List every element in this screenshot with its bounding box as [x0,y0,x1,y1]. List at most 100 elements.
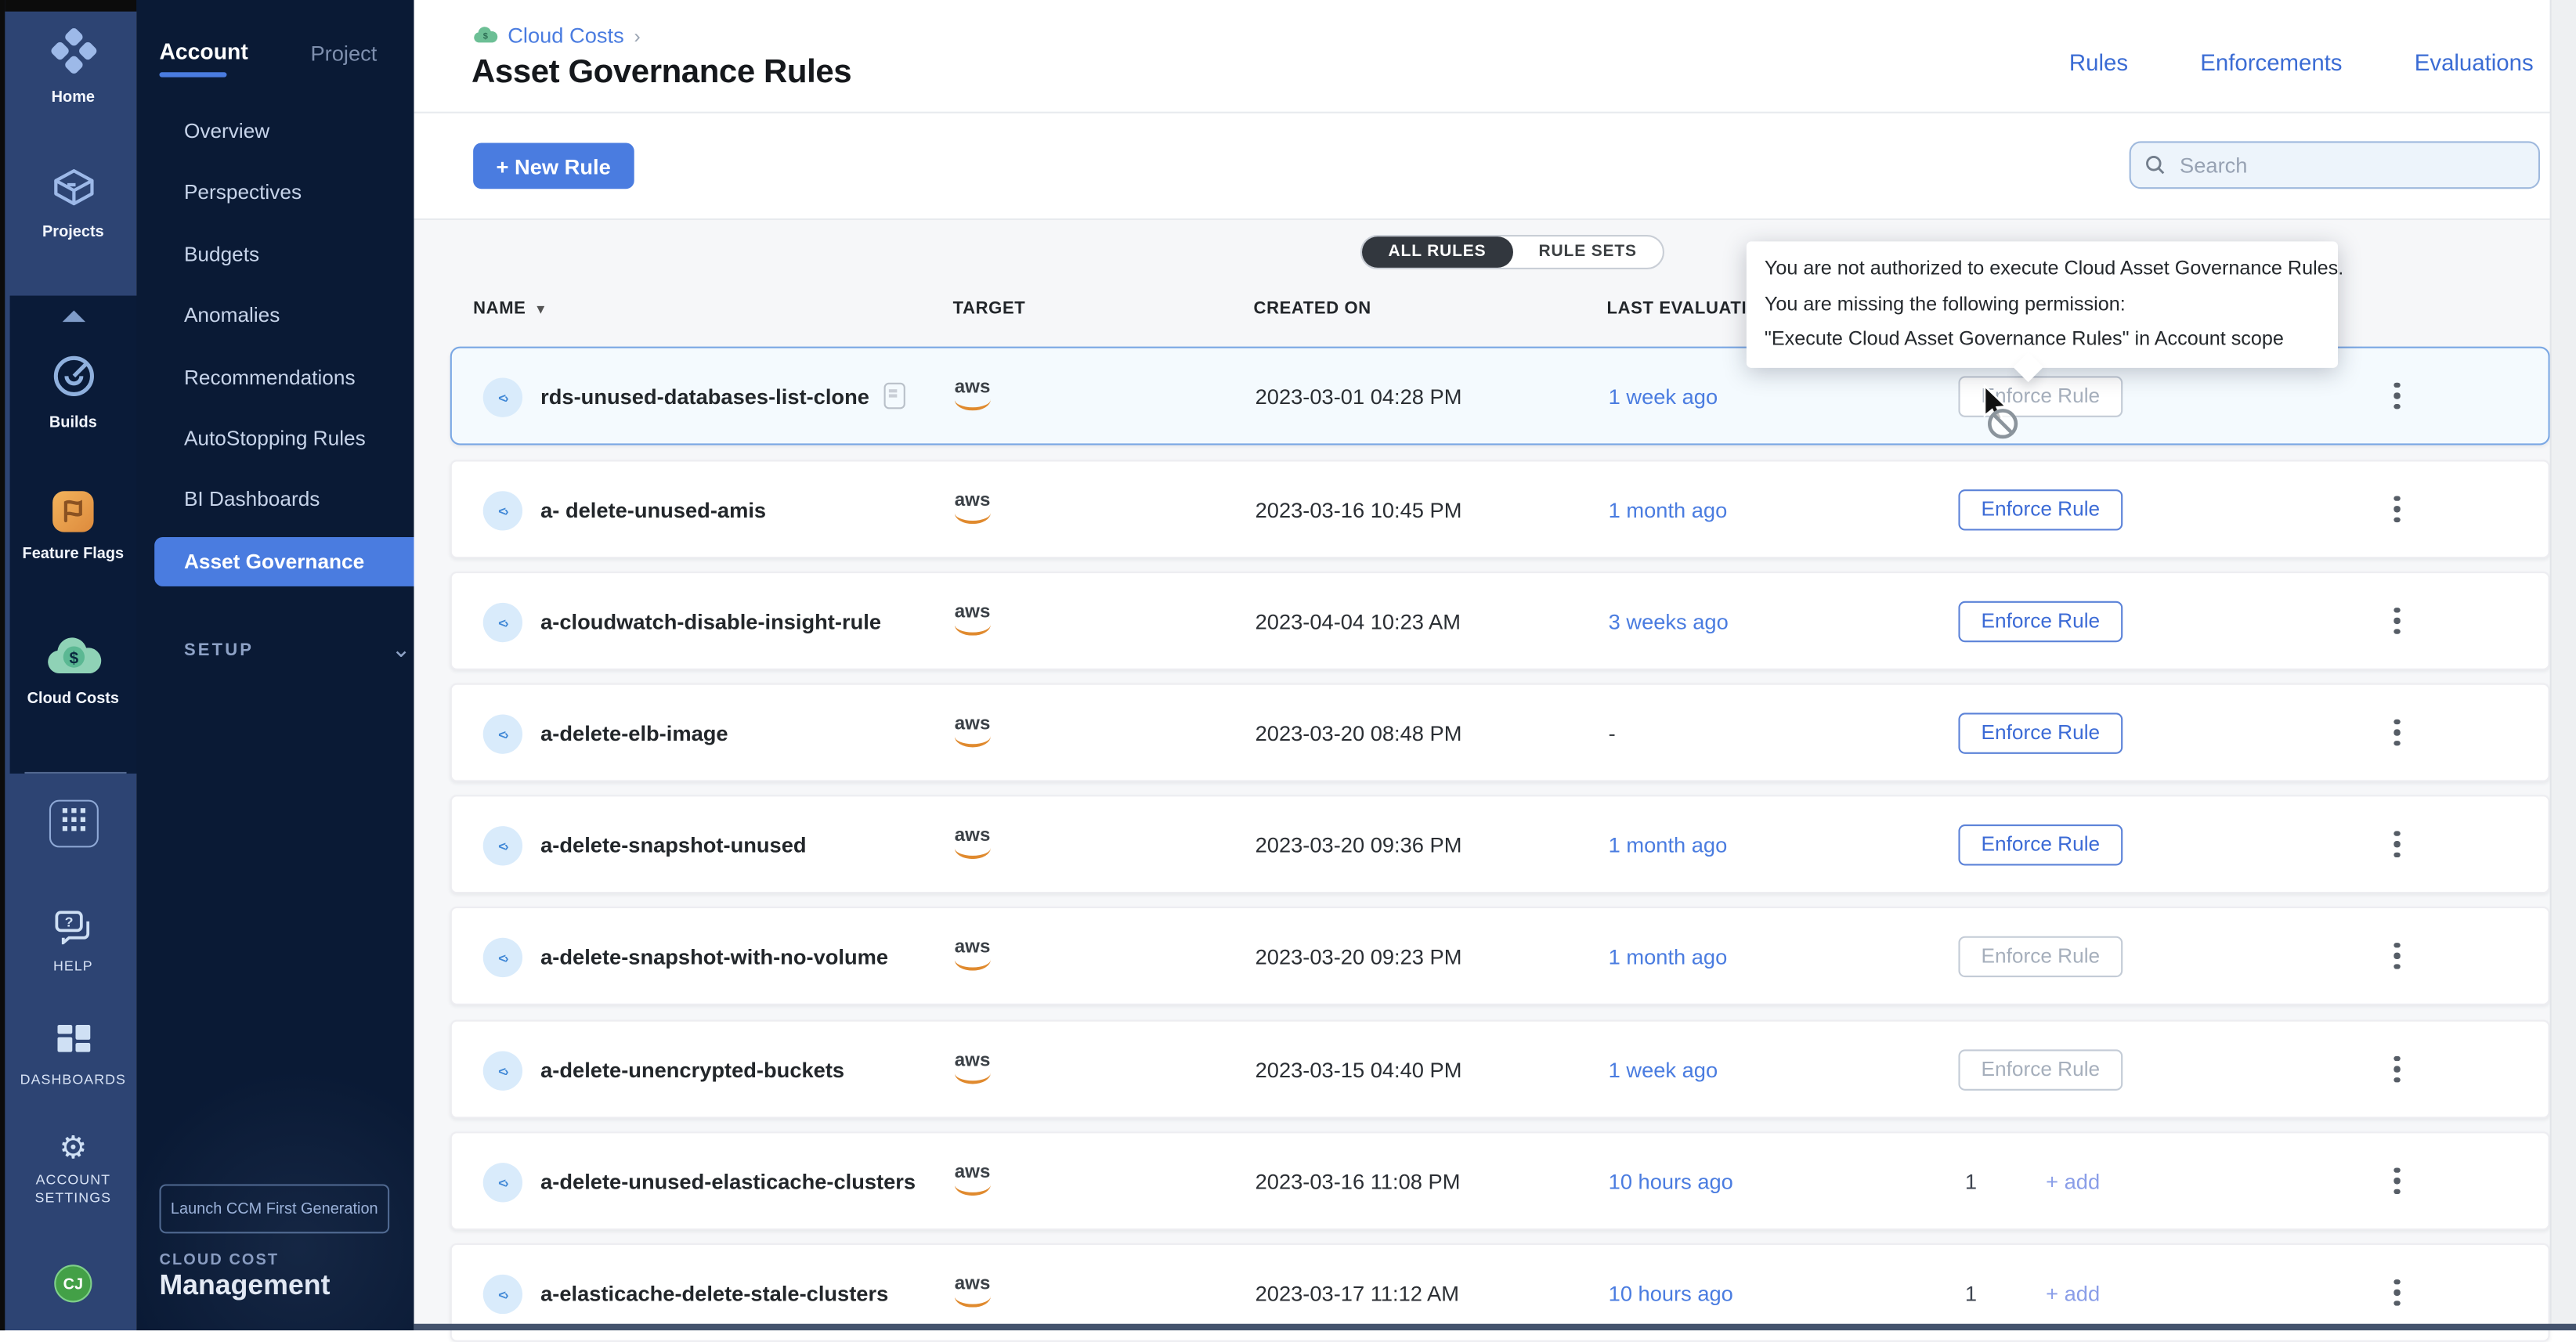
setup-section[interactable]: SETUP ⌄ [184,640,391,660]
nav-home[interactable]: Home [5,27,141,107]
launch-ccm-first-gen-button[interactable]: Launch CCM First Generation [159,1184,389,1233]
table-row[interactable]: <› a-delete-elb-image aws 2023-03-20 08:… [450,684,2550,782]
add-enforcement-link[interactable]: + add [2046,1280,2100,1304]
enforcement-cell: Enforce Rule [1958,685,2287,781]
rule-icon: <› [483,603,522,642]
table-row[interactable]: <› a- delete-unused-amis aws 2023-03-16 … [450,460,2550,558]
nav-projects[interactable]: Projects [5,164,141,242]
window-edge [5,0,141,12]
aws-target-icon: aws [955,1133,991,1228]
rule-name[interactable]: a-delete-unencrypted-buckets [540,1022,844,1117]
rule-name[interactable]: a- delete-unused-amis [540,461,766,557]
rules-toggle: ALL RULES RULE SETS [1360,235,1665,269]
sort-caret-icon: ▼ [534,302,547,317]
enforce-rule-button[interactable]: Enforce Rule [1958,712,2123,752]
search-input[interactable] [2177,151,2524,179]
enforcement-cell: Enforce Rule [1958,796,2287,892]
nav-feature-flags[interactable]: Feature Flags [5,491,141,563]
last-evaluation: 1 month ago [1609,461,1728,557]
sidebar-item-budgets[interactable]: Budgets [136,229,414,279]
sidebar-item-recommendations[interactable]: Recommendations [136,352,414,402]
table-row[interactable]: <› a-delete-unused-elasticache-clusters … [450,1131,2550,1230]
link-evaluations[interactable]: Evaluations [2415,49,2534,76]
tab-project[interactable]: Project [310,41,377,65]
tooltip-line: You are not authorized to execute Cloud … [1765,251,2320,287]
kebab-menu-icon[interactable] [2381,1022,2414,1117]
search-box[interactable] [2130,141,2540,189]
toggle-all-rules[interactable]: ALL RULES [1362,236,1512,268]
kebab-menu-icon[interactable] [2381,908,2414,1004]
brand-management: Management [159,1270,330,1303]
page-title: Asset Governance Rules [471,54,851,92]
sidebar-item-perspectives[interactable]: Perspectives [136,168,414,218]
created-on: 2023-03-01 04:28 PM [1255,348,1462,444]
module-selector-button[interactable] [5,800,141,848]
new-rule-button[interactable]: + New Rule [473,142,634,189]
rule-name[interactable]: rds-unused-databases-list-clone [540,348,905,444]
sidebar-item-asset-governance[interactable]: Asset Governance [154,537,414,586]
cloud-costs-breadcrumb-icon: $ [473,27,497,45]
aws-target-icon: aws [955,573,991,669]
sidebar-item-anomalies[interactable]: Anomalies [136,291,414,341]
created-on: 2023-03-20 08:48 PM [1255,685,1462,781]
table-row[interactable]: <› a-delete-unencrypted-buckets aws 2023… [450,1020,2550,1119]
nav-account-settings-label: ACCOUNT SETTINGS [5,1171,141,1207]
search-icon [2146,154,2166,175]
nav-dashboards[interactable]: DASHBOARDS [5,1025,141,1089]
add-enforcement-link[interactable]: + add [2046,1169,2100,1193]
user-avatar[interactable]: CJ [5,1264,141,1302]
enforcement-count: 1 [1965,1280,1977,1304]
table-row[interactable]: <› a-delete-snapshot-unused aws 2023-03-… [450,795,2550,893]
breadcrumb[interactable]: $ Cloud Costs › [473,23,641,47]
kebab-menu-icon[interactable] [2381,796,2414,892]
table-row[interactable]: <› a-cloudwatch-disable-insight-rule aws… [450,572,2550,670]
nav-builds[interactable]: Builds [5,352,141,432]
table-row[interactable]: <› a-delete-snapshot-with-no-volume aws … [450,907,2550,1005]
toggle-rule-sets[interactable]: RULE SETS [1512,236,1663,268]
enforce-rule-button[interactable]: Enforce Rule [1958,601,2123,641]
avatar-initials: CJ [54,1264,92,1302]
kebab-menu-icon[interactable] [2381,685,2414,781]
header-links: Rules Enforcements Evaluations [2069,49,2534,76]
rule-name[interactable]: a-cloudwatch-disable-insight-rule [540,573,881,669]
nav-account-settings[interactable]: ⚙ ACCOUNT SETTINGS [5,1133,141,1207]
breadcrumb-label[interactable]: Cloud Costs [508,23,624,47]
main-content: $ Cloud Costs › Asset Governance Rules R… [414,0,2576,1330]
kebab-menu-icon[interactable] [2381,348,2414,444]
rule-icon: <› [483,938,522,977]
rule-name[interactable]: a-delete-elb-image [540,685,728,781]
rail-collapse-chevron[interactable] [5,302,141,332]
rule-name[interactable]: a-delete-unused-elasticache-clusters [540,1133,916,1228]
feature-flags-icon [52,491,93,532]
enforce-rule-button[interactable]: Enforce Rule [1958,489,2123,529]
rule-name[interactable]: a-delete-snapshot-with-no-volume [540,908,888,1004]
nav-help[interactable]: ? HELP [5,910,141,976]
sidebar-item-bi-dashboards[interactable]: BI Dashboards [136,475,414,525]
enforcement-count: 1 [1965,1169,1977,1193]
column-header-name[interactable]: NAME▼ [473,299,547,319]
tab-account[interactable]: Account [159,39,247,63]
link-rules[interactable]: Rules [2069,49,2128,76]
created-on: 2023-03-15 04:40 PM [1255,1022,1462,1117]
rule-icon: <› [483,1052,522,1091]
sidebar-item-autostopping-rules[interactable]: AutoStopping Rules [136,414,414,464]
rule-icon: <› [483,491,522,530]
column-header-created-on: CREATED ON [1254,299,1371,319]
rule-name[interactable]: a-delete-snapshot-unused [540,796,806,892]
kebab-menu-icon[interactable] [2381,1133,2414,1228]
nav-projects-label: Projects [5,223,141,241]
scrollbar-gutter[interactable] [2550,0,2576,1330]
nav-cloud-costs[interactable]: $ Cloud Costs [5,637,141,708]
breadcrumb-separator: › [634,23,640,46]
kebab-menu-icon[interactable] [2381,461,2414,557]
sidebar-item-overview[interactable]: Overview [136,106,414,156]
last-evaluation: 1 week ago [1609,1022,1718,1117]
kebab-menu-icon[interactable] [2381,573,2414,669]
link-enforcements[interactable]: Enforcements [2200,49,2342,76]
rule-icon: <› [483,714,522,753]
aws-target-icon: aws [955,461,991,557]
copy-icon[interactable] [884,383,905,409]
dashboards-icon [56,1037,89,1065]
last-evaluation: 1 month ago [1609,908,1728,1004]
enforce-rule-button[interactable]: Enforce Rule [1958,824,2123,864]
